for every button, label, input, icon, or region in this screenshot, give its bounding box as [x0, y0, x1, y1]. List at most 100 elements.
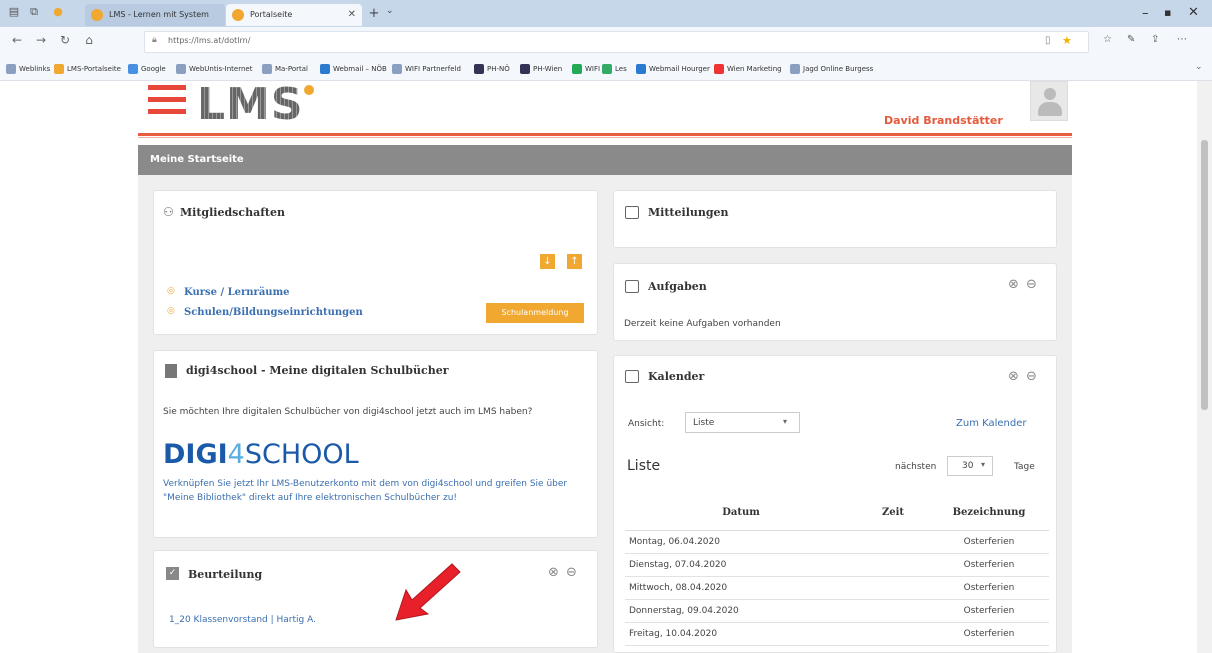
logo-dot: [304, 85, 314, 95]
collapse-panel-icon[interactable]: ⊖: [1026, 369, 1037, 384]
cell-title: Osterferien: [929, 530, 1049, 554]
cell-date: Freitag, 10.04.2020: [625, 622, 857, 646]
chevron-down-icon[interactable]: ▾: [783, 417, 787, 426]
cell-time: [857, 553, 929, 577]
table-row[interactable]: Donnerstag, 09.04.2020 Osterferien: [625, 599, 1049, 623]
list-heading: Liste: [627, 458, 661, 474]
bookmark-item[interactable]: PH-Wien: [520, 64, 562, 74]
close-panel-icon[interactable]: ⊗: [1008, 277, 1019, 292]
cell-time: [857, 576, 929, 600]
bookmark-item[interactable]: Jagd Online Burgess: [790, 64, 873, 74]
cell-date: Donnerstag, 09.04.2020: [625, 599, 857, 623]
close-tab-icon[interactable]: ✕: [348, 4, 356, 26]
more-icon[interactable]: ⋯: [1177, 34, 1187, 45]
bookmarks-overflow-icon[interactable]: ⌄: [1195, 62, 1203, 72]
page-title-bar: [138, 145, 1072, 175]
table-row[interactable]: Freitag, 10.04.2020 Osterferien: [625, 622, 1049, 646]
bookmark-item[interactable]: Weblinks: [6, 64, 50, 74]
back-icon[interactable]: ←: [8, 33, 26, 47]
cell-date: Dienstag, 07.04.2020: [625, 553, 857, 577]
table-row[interactable]: Dienstag, 07.04.2020 Osterferien: [625, 553, 1049, 577]
tab-label: LMS - Lernen mit System: [109, 10, 209, 19]
collapse-panel-icon[interactable]: ⊖: [1026, 277, 1037, 292]
bookmark-item[interactable]: Webmail – NÖB: [320, 64, 387, 74]
table-row[interactable]: Mittwoch, 08.04.2020 Osterferien: [625, 576, 1049, 600]
tab-lms[interactable]: LMS - Lernen mit System: [85, 4, 225, 26]
move-up-icon[interactable]: ↑: [567, 254, 582, 269]
favorite-star-icon[interactable]: ★: [1062, 34, 1072, 47]
close-panel-icon[interactable]: ⊗: [548, 565, 559, 580]
column-header[interactable]: Zeit: [857, 496, 929, 531]
column-header[interactable]: Bezeichnung: [929, 496, 1049, 531]
forward-icon[interactable]: →: [32, 33, 50, 47]
cell-title: Osterferien: [929, 576, 1049, 600]
panel-title: Beurteilung: [188, 568, 263, 581]
cell-time: [857, 622, 929, 646]
move-down-icon[interactable]: ↓: [540, 254, 555, 269]
close-panel-icon[interactable]: ⊗: [1008, 369, 1019, 384]
favorites-icon[interactable]: ☆: [1103, 34, 1112, 45]
refresh-icon[interactable]: ↻: [56, 33, 74, 47]
tab-list-chevron-icon[interactable]: ⌄: [386, 6, 394, 16]
window-menu-icon[interactable]: ▤: [6, 4, 22, 20]
link-kurse[interactable]: Kurse / Lernräume: [184, 287, 290, 298]
home-icon[interactable]: ⌂: [80, 33, 98, 47]
members-icon: ⚇: [163, 205, 174, 219]
link-schulen[interactable]: Schulen/Bildungseinrichtungen: [184, 307, 363, 318]
beurteilung-link[interactable]: 1_20 Klassenvorstand | Hartig A.: [169, 615, 316, 625]
calendar-icon: [625, 370, 639, 383]
panel-title: Mitteilungen: [648, 206, 729, 219]
bookmark-item[interactable]: Les: [602, 64, 627, 74]
cell-title: Osterferien: [929, 553, 1049, 577]
bookmark-item[interactable]: LMS-Portalseite: [54, 64, 121, 74]
panel-title: Aufgaben: [648, 280, 707, 293]
view-select-value[interactable]: Liste: [693, 418, 714, 428]
reading-view-icon[interactable]: ▯: [1045, 35, 1051, 46]
table-row[interactable]: Montag, 06.04.2020 Osterferien: [625, 530, 1049, 554]
avatar[interactable]: [1030, 81, 1068, 121]
pen-icon[interactable]: ✎: [1127, 34, 1135, 45]
bookmark-item[interactable]: PH-NÖ: [474, 64, 510, 74]
hamburger-menu-icon[interactable]: [148, 85, 186, 121]
tab-favicon-icon: ●: [53, 5, 63, 18]
digi4school-logo[interactable]: DIGI4SCHOOL: [163, 440, 359, 470]
cell-time: [857, 599, 929, 623]
bookmark-item[interactable]: WIFI Partnerfeld: [392, 64, 461, 74]
schulanmeldung-button[interactable]: Schulanmeldung: [486, 303, 584, 323]
column-header[interactable]: Datum: [625, 496, 857, 531]
zum-kalender-link[interactable]: Zum Kalender: [956, 418, 1027, 429]
digi-connect-text[interactable]: Verknüpfen Sie jetzt Ihr LMS-Benutzerkon…: [163, 477, 588, 505]
lms-favicon-icon: [91, 9, 103, 21]
bullet-icon: ◎: [167, 286, 175, 296]
lms-logo[interactable]: LMS: [197, 79, 304, 131]
days-select-value[interactable]: 30: [962, 461, 973, 471]
bookmark-item[interactable]: WIFI: [572, 64, 600, 74]
bookmark-item[interactable]: Webmail Hourger: [636, 64, 710, 74]
red-arrow-annotation: [395, 563, 461, 621]
new-tab-icon[interactable]: +: [366, 6, 382, 21]
share-icon[interactable]: ⇪: [1151, 34, 1159, 45]
bookmark-item[interactable]: WebUntis-Internet: [176, 64, 252, 74]
bookmark-item[interactable]: Google: [128, 64, 166, 74]
bookmark-item[interactable]: Wien Marketing: [714, 64, 782, 74]
lock-icon[interactable]: 🔒︎: [152, 35, 157, 45]
minimize-icon[interactable]: –: [1142, 6, 1149, 21]
tab-portalseite[interactable]: Portalseite ✕: [226, 4, 362, 26]
scrollbar-thumb[interactable]: [1201, 140, 1208, 410]
bookmarks-bar: Weblinks LMS-Portalseite Google WebUntis…: [0, 57, 1212, 81]
bookmark-item[interactable]: Ma-Portal: [262, 64, 308, 74]
maximize-icon[interactable]: ▪: [1164, 6, 1171, 19]
panel-title: Mitgliedschaften: [180, 206, 285, 219]
bullet-icon: ◎: [167, 306, 175, 316]
chevron-down-icon[interactable]: ▾: [981, 460, 985, 469]
cell-time: [857, 530, 929, 554]
collapse-panel-icon[interactable]: ⊖: [566, 565, 577, 580]
address-bar[interactable]: [144, 31, 1089, 53]
tab-actions-icon[interactable]: ⧉: [26, 4, 42, 20]
cell-date: Montag, 06.04.2020: [625, 530, 857, 554]
page-title: Meine Startseite: [150, 154, 244, 165]
user-name[interactable]: David Brandstätter: [884, 114, 1003, 127]
url-text[interactable]: https://lms.at/dotlrn/: [168, 36, 250, 45]
header-divider-thin: [138, 137, 1072, 138]
close-window-icon[interactable]: ✕: [1188, 5, 1199, 20]
